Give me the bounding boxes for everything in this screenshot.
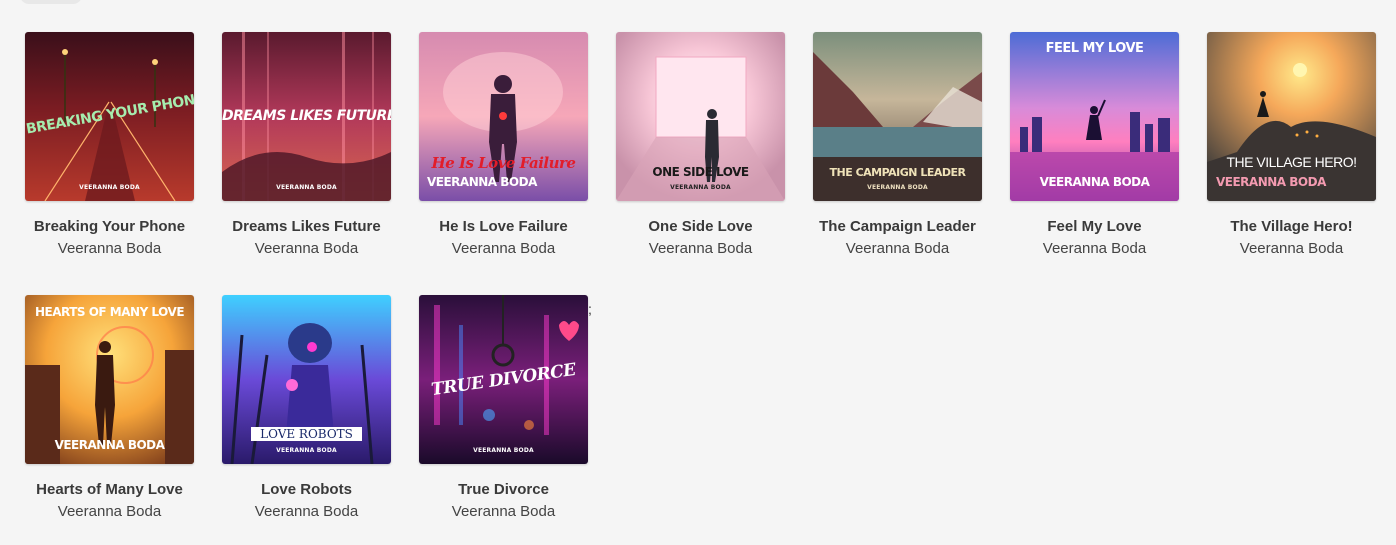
cover-artist-text: VEERANNA BODA — [79, 184, 140, 191]
album-artist[interactable]: Veeranna Boda — [813, 240, 982, 258]
album-artist[interactable]: Veeranna Boda — [25, 503, 194, 521]
album-cover[interactable]: FEEL MY LOVE VEERANNA BODA — [1010, 32, 1179, 201]
album-card[interactable]: ONE SIDE LOVE VEERANNA BODA One Side Lov… — [616, 32, 785, 258]
cover-artist-text: VEERANNA BODA — [670, 184, 731, 191]
album-cover[interactable]: THE CAMPAIGN LEADER VEERANNA BODA — [813, 32, 982, 201]
cover-title-text: DREAMS LIKES FUTURE — [222, 108, 391, 124]
cover-artist-text: VEERANNA BODA — [54, 438, 165, 452]
album-artist[interactable]: Veeranna Boda — [222, 240, 391, 258]
top-tab-edge — [20, 0, 82, 4]
cover-artist-text: VEERANNA BODA — [1216, 175, 1326, 189]
album-artist[interactable]: Veeranna Boda — [222, 503, 391, 521]
album-artist[interactable]: Veeranna Boda — [616, 240, 785, 258]
album-card[interactable]: BREAKING YOUR PHONE VEERANNA BODA Breaki… — [25, 32, 194, 258]
album-card[interactable]: LOVE ROBOTS VEERANNA BODA Love Robots Ve… — [222, 295, 391, 521]
album-title[interactable]: Feel My Love — [1010, 218, 1179, 236]
cover-title-text: ONE SIDE LOVE — [652, 165, 749, 179]
album-artist[interactable]: Veeranna Boda — [419, 240, 588, 258]
cover-artist-text: VEERANNA BODA — [473, 447, 534, 454]
album-cover[interactable]: BREAKING YOUR PHONE VEERANNA BODA — [25, 32, 194, 201]
cover-title-text: FEEL MY LOVE — [1045, 41, 1144, 56]
album-artist[interactable]: Veeranna Boda — [1010, 240, 1179, 258]
cover-artist-text: VEERANNA BODA — [427, 175, 537, 189]
cover-artist-text: VEERANNA BODA — [1039, 175, 1150, 189]
album-title[interactable]: True Divorce — [419, 481, 588, 499]
album-card[interactable]: He Is Love Failure VEERANNA BODA He Is L… — [419, 32, 588, 258]
cover-title-text: HEARTS OF MANY LOVE — [34, 305, 185, 319]
album-cover[interactable]: THE VILLAGE HERO! VEERANNA BODA — [1207, 32, 1376, 201]
album-title[interactable]: One Side Love — [616, 218, 785, 236]
album-cover[interactable]: DREAMS LIKES FUTURE VEERANNA BODA — [222, 32, 391, 201]
cover-title-text: THE CAMPAIGN LEADER — [829, 166, 966, 179]
album-card[interactable]: DREAMS LIKES FUTURE VEERANNA BODA Dreams… — [222, 32, 391, 258]
album-title[interactable]: Hearts of Many Love — [25, 481, 194, 499]
cover-title-text: LOVE ROBOTS — [251, 427, 362, 441]
album-artist[interactable]: Veeranna Boda — [25, 240, 194, 258]
album-title[interactable]: Love Robots — [222, 481, 391, 499]
album-card[interactable]: THE VILLAGE HERO! VEERANNA BODA The Vill… — [1207, 32, 1376, 258]
cover-artist-text: VEERANNA BODA — [867, 184, 928, 191]
album-title[interactable]: Breaking Your Phone — [25, 218, 194, 236]
album-cover[interactable]: ONE SIDE LOVE VEERANNA BODA — [616, 32, 785, 201]
stray-semicolon: ; — [588, 301, 592, 317]
album-card[interactable]: THE CAMPAIGN LEADER VEERANNA BODA The Ca… — [813, 32, 982, 258]
album-artist[interactable]: Veeranna Boda — [1207, 240, 1376, 258]
album-cover[interactable]: LOVE ROBOTS VEERANNA BODA — [222, 295, 391, 464]
cover-title-text: THE VILLAGE HERO! — [1226, 154, 1357, 170]
album-cover[interactable]: HEARTS OF MANY LOVE VEERANNA BODA — [25, 295, 194, 464]
album-card[interactable]: FEEL MY LOVE VEERANNA BODA Feel My Love … — [1010, 32, 1179, 258]
cover-artist-text: VEERANNA BODA — [276, 447, 337, 454]
album-title[interactable]: Dreams Likes Future — [222, 218, 391, 236]
cover-artist-text: VEERANNA BODA — [276, 184, 337, 191]
album-artist[interactable]: Veeranna Boda — [419, 503, 588, 521]
album-title[interactable]: The Campaign Leader — [813, 218, 982, 236]
album-title[interactable]: He Is Love Failure — [419, 218, 588, 236]
cover-title-text: He Is Love Failure — [431, 154, 576, 172]
album-title[interactable]: The Village Hero! — [1207, 218, 1376, 236]
album-card[interactable]: HEARTS OF MANY LOVE VEERANNA BODA Hearts… — [25, 295, 194, 521]
album-cover[interactable]: He Is Love Failure VEERANNA BODA — [419, 32, 588, 201]
album-cover[interactable]: TRUE DIVORCE VEERANNA BODA — [419, 295, 588, 464]
album-card[interactable]: TRUE DIVORCE VEERANNA BODA True Divorce … — [419, 295, 588, 521]
